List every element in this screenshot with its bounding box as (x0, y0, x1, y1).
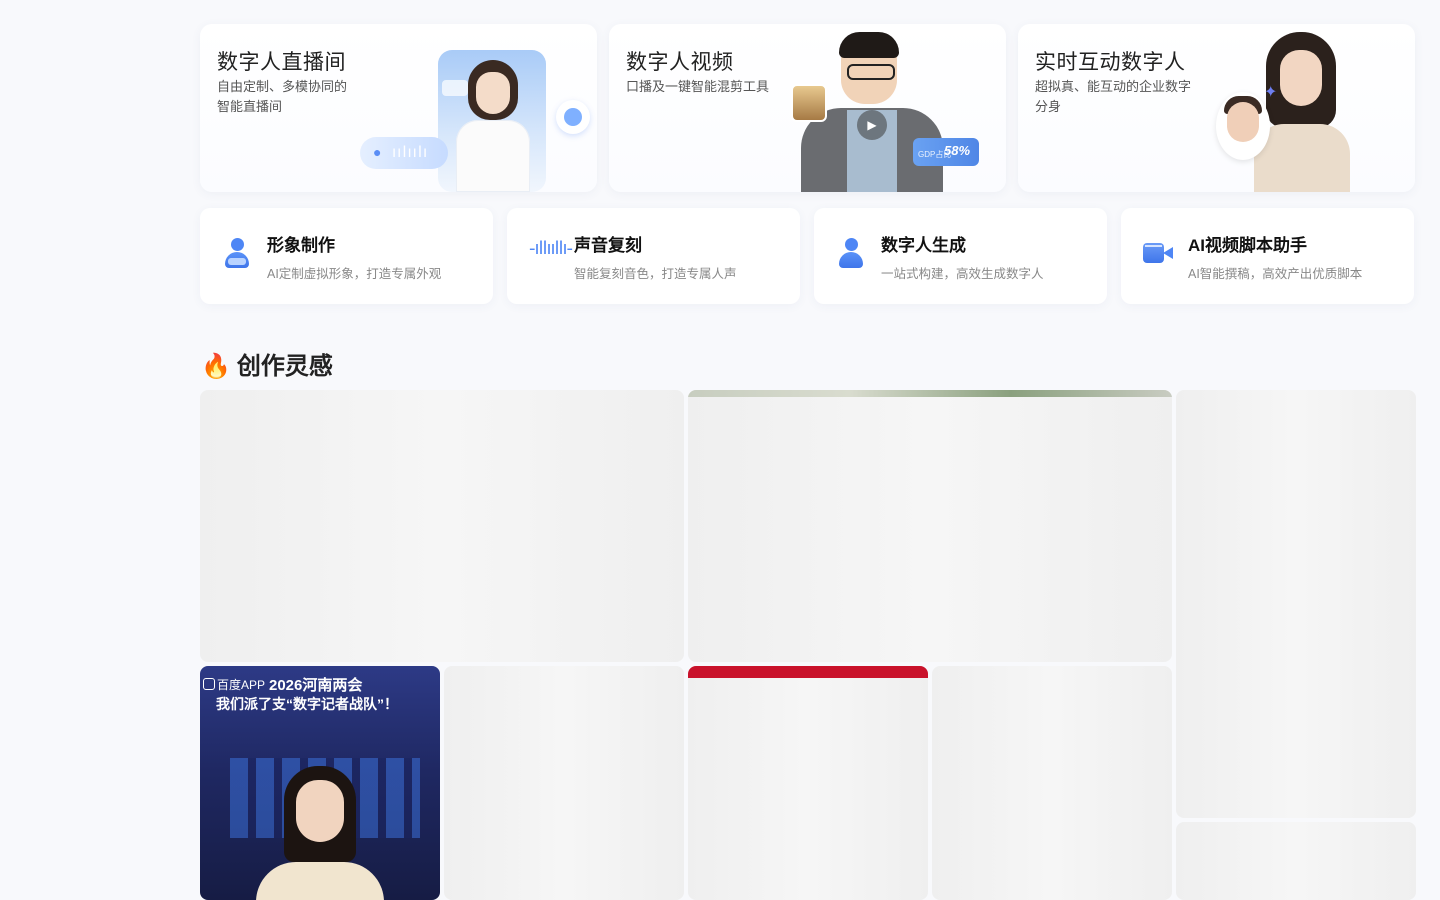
tool-card-digital-human-generate[interactable]: 数字人生成 一站式构建，高效生成数字人 (814, 208, 1107, 304)
flame-icon: 🔥 (201, 352, 231, 380)
person-icon (222, 236, 252, 272)
brand-label: 百度APP (203, 676, 265, 693)
baidu-paw-icon (203, 678, 215, 690)
feature-card-title: 实时互动数字人 (1035, 51, 1186, 74)
tool-card-desc: 智能复刻音色，打造专属人声 (574, 267, 737, 281)
live-phone-illustration (438, 50, 546, 192)
inspiration-tile[interactable] (200, 390, 684, 662)
section-title-inspiration: 🔥 创作灵感 (201, 352, 333, 380)
tool-card-desc: 一站式构建，高效生成数字人 (881, 267, 1044, 281)
tool-card-title: AI视频脚本助手 (1188, 236, 1307, 255)
feature-card-title: 数字人视频 (626, 51, 734, 74)
inspiration-tile[interactable] (932, 666, 1172, 900)
feature-card-desc: 口播及一键智能混剪工具 (626, 79, 770, 94)
stat-badge: GDP占比 58% (913, 138, 979, 166)
tool-card-title: 声音复刻 (574, 236, 642, 255)
tool-card-avatar-creation[interactable]: 形象制作 AI定制虚拟形象，打造专属外观 (200, 208, 493, 304)
clip-thumbnail (791, 84, 827, 122)
avatar (1216, 92, 1270, 160)
video-camera-icon (1143, 236, 1173, 272)
microphone-icon: ● (373, 144, 382, 160)
tool-card-desc: AI智能撰稿，高效产出优质脚本 (1188, 267, 1363, 281)
voice-input-pill: ● ıılıılı (360, 137, 448, 169)
inspiration-tile[interactable] (1176, 390, 1416, 818)
waveform-icon: ıılıılı (392, 143, 429, 161)
tool-card-title: 数字人生成 (881, 236, 966, 255)
inspiration-tile[interactable] (444, 666, 684, 900)
tool-card-title: 形象制作 (267, 236, 335, 255)
play-icon: ▶ (857, 110, 887, 140)
feature-card-desc: 自由定制、多模协同的智能直播间 (217, 79, 348, 114)
chat-bubble-icon (556, 100, 590, 134)
inspiration-tile[interactable] (1176, 822, 1416, 900)
feature-card-realtime-interactive[interactable]: 实时互动数字人 超拟真、能互动的企业数字分身 ✦ (1018, 24, 1415, 192)
news-anchor-illustration (296, 780, 344, 842)
feature-card-title: 数字人直播间 (217, 51, 346, 74)
waveform-icon: -ıllııllı- (529, 238, 573, 259)
inspiration-tile-news[interactable]: 百度APP 2026河南两会 我们派了支“数字记者战队”！ (200, 666, 440, 900)
feature-card-digital-video[interactable]: 数字人视频 口播及一键智能混剪工具 ▶ GDP占比 58% (609, 24, 1006, 192)
news-headline: 2026河南两会 (269, 677, 363, 694)
feature-card-desc: 超拟真、能互动的企业数字分身 (1035, 79, 1192, 114)
feature-card-live-room[interactable]: 数字人直播间 自由定制、多模协同的智能直播间 ● ıılıılı (200, 24, 597, 192)
tool-card-desc: AI定制虚拟形象，打造专属外观 (267, 267, 442, 281)
news-subheadline: 我们派了支“数字记者战队”！ (216, 696, 398, 712)
inspiration-tile[interactable] (688, 666, 928, 900)
sparkle-icon: ✦ (1264, 84, 1278, 101)
inspiration-tile[interactable] (688, 390, 1172, 662)
tool-card-voice-clone[interactable]: -ıllııllı- 声音复刻 智能复刻音色，打造专属人声 (507, 208, 800, 304)
tool-card-script-assistant[interactable]: AI视频脚本助手 AI智能撰稿，高效产出优质脚本 (1121, 208, 1414, 304)
person-sparkle-icon (836, 236, 866, 272)
